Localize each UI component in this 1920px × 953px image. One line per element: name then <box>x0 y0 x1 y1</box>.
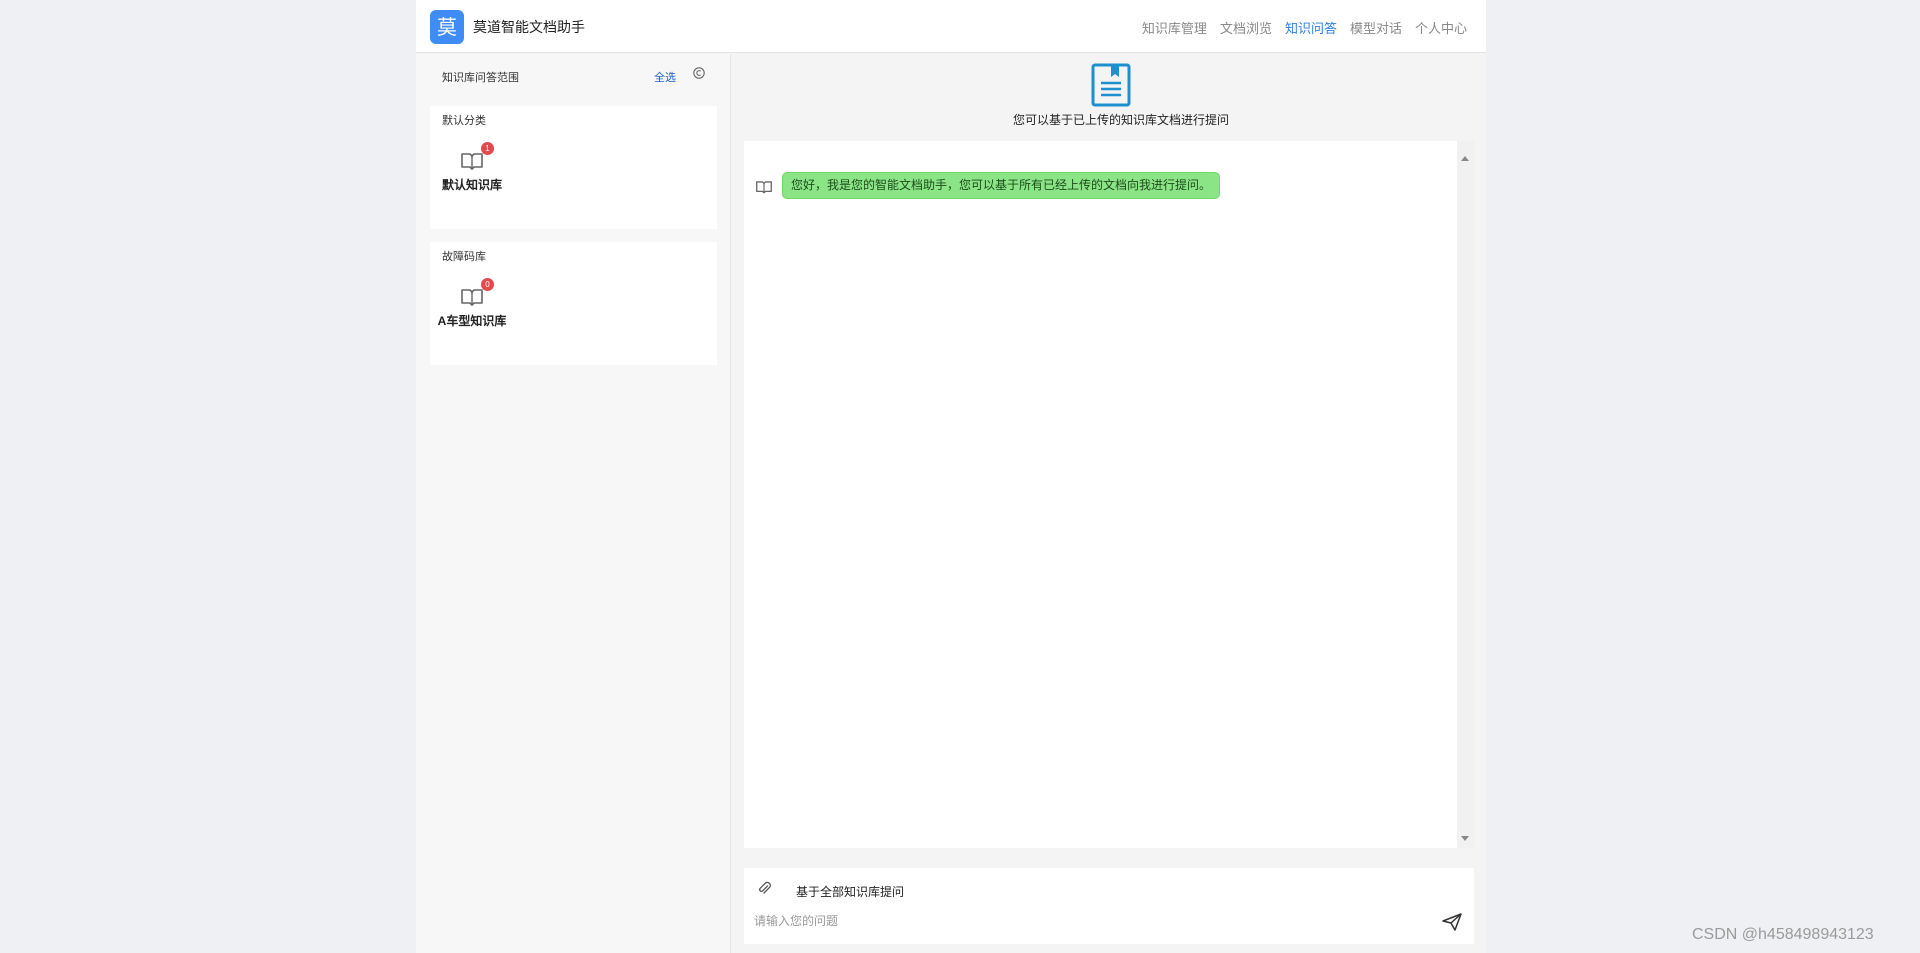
question-composer: 基于全部知识库提问 <box>744 868 1474 944</box>
app-title: 莫道智能文档助手 <box>473 19 585 35</box>
scope-title: 知识库问答范围 <box>442 72 519 84</box>
scroll-up-arrow[interactable] <box>1461 156 1469 161</box>
book-open-icon <box>461 289 483 306</box>
kb-name: A车型知识库 <box>437 314 507 328</box>
nav-doc-browse[interactable]: 文档浏览 <box>1220 18 1272 37</box>
chat-panel: 您好，我是您的智能文档助手，您可以基于所有已经上传的文档向我进行提问。 <box>744 141 1474 848</box>
kb-doc-count-badge: 0 <box>481 278 494 291</box>
document-icon <box>1091 63 1131 107</box>
kb-name: 默认知识库 <box>441 178 502 192</box>
nav-knowledge-qa[interactable]: 知识问答 <box>1285 18 1337 37</box>
app-window: 莫 莫道智能文档助手 知识库管理 文档浏览 知识问答 模型对话 个人中心 知识库… <box>416 0 1486 953</box>
top-nav: 知识库管理 文档浏览 知识问答 模型对话 个人中心 <box>1129 18 1467 37</box>
kb-scope-sidebar: 知识库问答范围 全选 默认分类 1 默认知识库 故障码库 0 A车型知识库 <box>416 54 731 953</box>
question-scope-label: 基于全部知识库提问 <box>796 885 905 899</box>
kb-doc-count-badge: 1 <box>481 142 494 155</box>
reset-icon[interactable] <box>692 66 706 80</box>
book-open-icon <box>461 153 483 170</box>
app-logo: 莫 <box>430 10 464 44</box>
category-card-fault-codes: 故障码库 0 A车型知识库 <box>430 242 717 365</box>
intro-text: 您可以基于已上传的知识库文档进行提问 <box>1012 113 1229 127</box>
assistant-book-icon <box>756 181 772 194</box>
top-header: 莫 莫道智能文档助手 知识库管理 文档浏览 知识问答 模型对话 个人中心 <box>416 0 1486 53</box>
csdn-watermark: CSDN @h458498943123 <box>1692 926 1874 943</box>
nav-kb-management[interactable]: 知识库管理 <box>1142 18 1207 37</box>
category-title: 默认分类 <box>442 115 486 127</box>
scroll-down-arrow[interactable] <box>1461 836 1469 841</box>
kb-item-a-model[interactable]: 0 A车型知识库 <box>427 278 517 346</box>
assistant-message-bubble: 您好，我是您的智能文档助手，您可以基于所有已经上传的文档向我进行提问。 <box>782 172 1221 199</box>
nav-model-chat[interactable]: 模型对话 <box>1350 18 1402 37</box>
select-all-link[interactable]: 全选 <box>654 69 676 85</box>
category-card-default: 默认分类 1 默认知识库 <box>430 106 717 229</box>
paperclip-icon[interactable] <box>757 880 771 896</box>
nav-personal-center[interactable]: 个人中心 <box>1415 18 1467 37</box>
chat-scrollbar[interactable] <box>1457 141 1474 848</box>
category-title: 故障码库 <box>442 251 486 263</box>
kb-item-default[interactable]: 1 默认知识库 <box>427 142 517 210</box>
send-icon[interactable] <box>1441 912 1463 932</box>
question-input[interactable] <box>754 910 1414 932</box>
